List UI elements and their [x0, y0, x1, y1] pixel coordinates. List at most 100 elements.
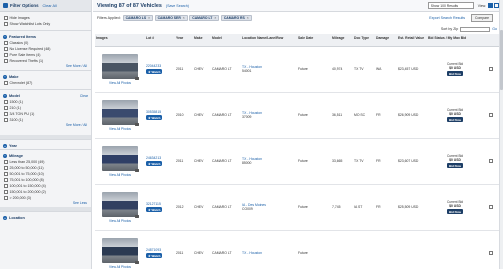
checkbox[interactable] — [4, 190, 8, 194]
expand-icon: + — [3, 143, 7, 148]
watch-button[interactable]: ★ Watch — [146, 253, 163, 258]
page-scrollbar[interactable] — [499, 0, 503, 269]
scrollbar-thumb[interactable] — [499, 30, 503, 90]
watch-button[interactable]: ★ Watch — [146, 69, 163, 74]
checkbox[interactable] — [4, 47, 8, 51]
bid-now-button[interactable]: Bid Now — [447, 116, 463, 123]
filter-chip[interactable]: CAMARO SER × — [154, 15, 188, 21]
checkbox[interactable] — [4, 172, 8, 176]
remove-icon[interactable]: × — [183, 16, 185, 20]
view-all-photos-link[interactable]: View All Photos — [96, 127, 144, 131]
doc-type-cell: TX TV — [353, 138, 375, 185]
view-all-photos-link[interactable]: View All Photos — [96, 173, 144, 177]
checkbox[interactable] — [4, 166, 8, 170]
compare-button[interactable]: Compare — [471, 14, 493, 22]
bid-status-cell: Current Bid $0 USD Bid Now — [427, 46, 483, 93]
column-header[interactable]: Est. Retail Value — [397, 34, 427, 47]
row-checkbox[interactable] — [489, 251, 493, 255]
model-clear-link[interactable]: Clear — [80, 94, 88, 98]
column-header[interactable]: Lot # — [145, 34, 175, 47]
checkbox[interactable] — [4, 81, 8, 85]
make-item[interactable]: Chevrolet (87) — [0, 80, 91, 86]
bid-now-button[interactable]: Bid Now — [447, 162, 463, 169]
watch-button[interactable]: ★ Watch — [146, 207, 163, 212]
checkbox[interactable] — [4, 112, 8, 116]
location-link[interactable]: TX - Houston — [242, 251, 296, 255]
checkbox[interactable] — [4, 184, 8, 188]
featured-see-more-link[interactable]: See More / All — [66, 64, 87, 68]
checkbox[interactable] — [4, 59, 8, 63]
checkbox[interactable] — [4, 106, 8, 110]
checkbox[interactable] — [4, 53, 8, 57]
row-checkbox[interactable] — [489, 113, 493, 117]
view-all-photos-link[interactable]: View All Photos — [96, 219, 144, 223]
checkbox[interactable] — [4, 100, 8, 104]
show-watchlist-option[interactable]: Show Watchlist Lots Only — [0, 21, 91, 27]
year-header[interactable]: + Year — [0, 142, 91, 149]
table-row[interactable]: View All Photos 24871093 ★ Watch 2011 CHEV CA… — [95, 230, 499, 269]
watch-button[interactable]: ★ Watch — [146, 115, 163, 120]
column-header[interactable]: Sale Date — [297, 34, 331, 47]
column-header[interactable]: Doc Type — [353, 34, 375, 47]
column-header[interactable]: Mileage — [331, 34, 353, 47]
row-checkbox[interactable] — [489, 159, 493, 163]
clear-all-link[interactable]: Clear All — [43, 4, 57, 8]
vehicle-thumbnail[interactable] — [102, 191, 139, 218]
filter-chip[interactable]: CAMARO LS × — [122, 15, 154, 21]
vehicle-thumbnail[interactable] — [102, 145, 139, 172]
model-header[interactable]: − Model Clear — [0, 92, 91, 99]
mileage-header[interactable]: − Mileage — [0, 152, 91, 159]
checkbox[interactable] — [4, 41, 8, 45]
model-see-more-link[interactable]: See More / All — [66, 123, 87, 127]
remove-icon[interactable]: × — [214, 16, 216, 20]
remove-icon[interactable]: × — [148, 16, 150, 20]
column-header[interactable]: Damage — [375, 34, 397, 47]
column-header[interactable]: Bid Status / My Max Bid — [427, 34, 483, 47]
lot-number-link[interactable]: 24634213 — [146, 156, 174, 160]
filter-chip[interactable]: CAMARO RS × — [220, 15, 252, 21]
column-header[interactable]: Make — [193, 34, 211, 47]
zip-input[interactable] — [460, 26, 491, 32]
table-row[interactable]: View All Photos 22044233 ★ Watch 2011 CHEV CA… — [95, 46, 499, 93]
table-row[interactable]: View All Photos 32127115 ★ Watch 2012 CHEV CA… — [95, 184, 499, 231]
export-results-link[interactable]: Export Search Results — [429, 16, 465, 20]
checkbox[interactable] — [4, 16, 8, 20]
checkbox[interactable] — [4, 118, 8, 122]
bid-now-button[interactable]: Bid Now — [447, 70, 463, 77]
lot-number-link[interactable]: 32127115 — [146, 202, 174, 206]
view-all-photos-link[interactable]: View All Photos — [96, 81, 144, 85]
mileage-see-less-link[interactable]: See Less — [73, 201, 87, 205]
remove-icon[interactable]: × — [247, 16, 249, 20]
list-view-icon[interactable] — [487, 3, 493, 8]
make-header[interactable]: − Make — [0, 73, 91, 80]
checkbox[interactable] — [4, 160, 8, 164]
save-search-link[interactable]: (Save Search) — [166, 4, 189, 8]
lot-number-link[interactable]: 24871093 — [146, 248, 174, 252]
table-row[interactable]: View All Photos 24634213 ★ Watch 2011 CHEV CA… — [95, 138, 499, 185]
bid-now-button[interactable]: Bid Now — [447, 208, 463, 215]
column-header[interactable]: Model — [211, 34, 241, 47]
retail-value-cell: $23,607 USD — [397, 138, 427, 185]
go-button[interactable]: Go — [492, 27, 497, 31]
column-header[interactable]: Year — [175, 34, 193, 47]
location-cell: TX - Houston — [241, 230, 297, 269]
table-row[interactable]: View All Photos 30535815 ★ Watch 2010 CHEV CA… — [95, 92, 499, 139]
checkbox[interactable] — [4, 196, 8, 200]
results-per-page-select[interactable]: Show 100 Results — [427, 2, 474, 9]
filter-chip[interactable]: CAMARO LT × — [189, 15, 220, 21]
checkbox[interactable] — [4, 22, 8, 26]
vehicle-thumbnail[interactable] — [102, 99, 139, 126]
table-header-row: Images Lot # Year Make Model Location Na… — [95, 34, 499, 47]
checkbox[interactable] — [4, 178, 8, 182]
row-checkbox[interactable] — [489, 67, 493, 71]
row-checkbox[interactable] — [489, 205, 493, 209]
column-header[interactable]: Location Name/Lane/Row — [241, 34, 297, 47]
vehicle-thumbnail[interactable] — [102, 237, 139, 264]
lot-number-link[interactable]: 22044233 — [146, 64, 174, 68]
lot-number-link[interactable]: 30535815 — [146, 110, 174, 114]
featured-header[interactable]: − Featured Items — [0, 33, 91, 40]
location-header[interactable]: + Location — [0, 214, 91, 221]
watch-button[interactable]: ★ Watch — [146, 161, 163, 166]
vehicle-thumbnail[interactable] — [102, 53, 139, 80]
view-all-photos-link[interactable]: View All Photos — [96, 265, 144, 269]
